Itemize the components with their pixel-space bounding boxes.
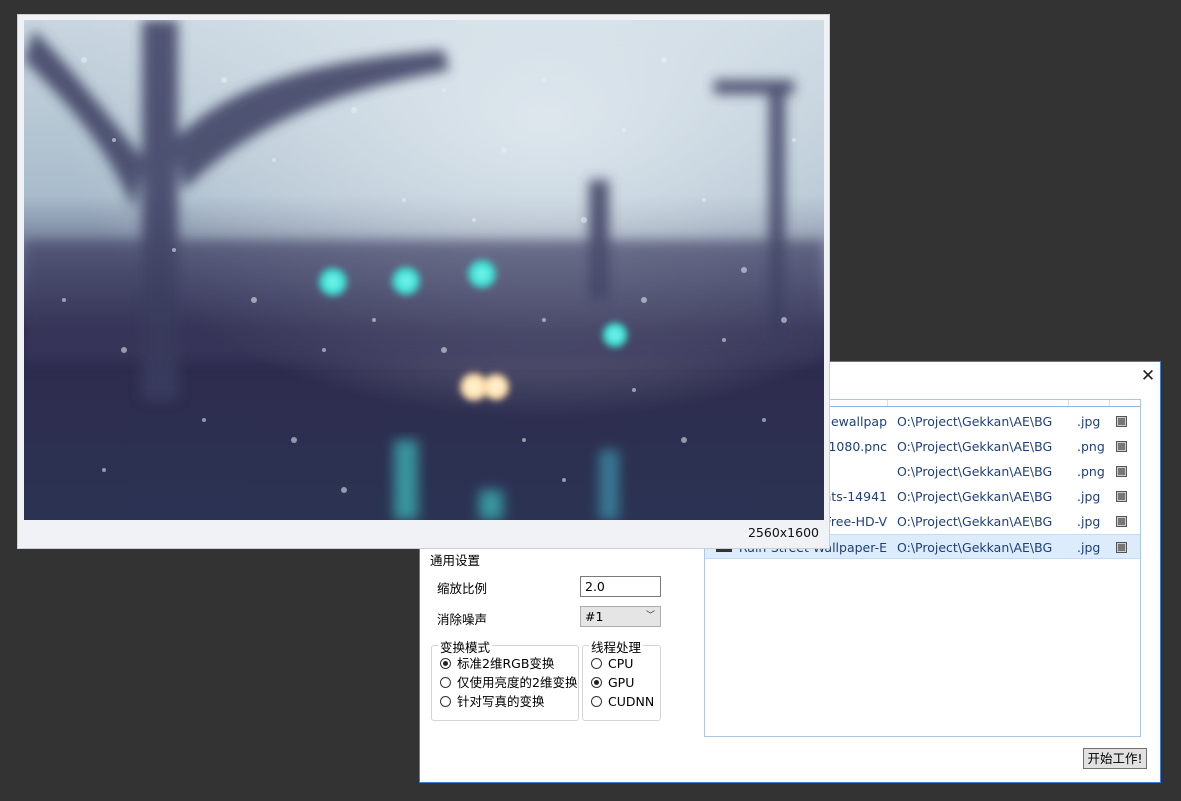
radio-label: GPU xyxy=(608,675,635,690)
file-ext: .jpg xyxy=(1077,540,1101,555)
scale-label: 缩放比例 xyxy=(437,581,488,596)
row-checkbox[interactable] xyxy=(1116,416,1127,427)
file-path: O:\Project\Gekkan\AE\BG xyxy=(897,464,1053,479)
file-path: O:\Project\Gekkan\AE\BG xyxy=(897,489,1053,504)
image-preview-window: 2560x1600 xyxy=(17,14,830,549)
radio-label: CUDNN xyxy=(608,694,655,709)
radio-label: 仅使用亮度的2维变换 xyxy=(457,675,578,690)
file-ext: .jpg xyxy=(1077,489,1101,504)
denoise-select[interactable]: #1 ﹀ xyxy=(580,606,661,627)
row-checkbox[interactable] xyxy=(1116,441,1127,452)
radio-label: 标准2维RGB变换 xyxy=(457,656,555,671)
close-icon[interactable]: ✕ xyxy=(1138,366,1158,386)
mode-group-title: 变换模式 xyxy=(438,637,493,656)
radio-button[interactable] xyxy=(591,658,602,669)
radio-label: 针对写真的变换 xyxy=(457,694,545,709)
file-ext: .png xyxy=(1077,439,1105,454)
file-path: O:\Project\Gekkan\AE\BG xyxy=(897,439,1053,454)
chevron-down-icon: ﹀ xyxy=(645,611,655,621)
file-path: O:\Project\Gekkan\AE\BG xyxy=(897,414,1053,429)
denoise-value: #1 xyxy=(585,609,604,624)
file-ext: .jpg xyxy=(1077,414,1101,429)
radio-button[interactable] xyxy=(440,677,451,688)
file-ext: .png xyxy=(1077,464,1105,479)
mode-group: 变换模式 标准2维RGB变换 仅使用亮度的2维变换 针对写真的变换 xyxy=(431,637,579,721)
radio-button[interactable] xyxy=(440,658,451,669)
row-checkbox[interactable] xyxy=(1116,491,1127,502)
start-button[interactable]: 开始工作! xyxy=(1083,748,1147,769)
thread-group: 线程处理 CPU GPU CUDNN xyxy=(582,637,661,721)
row-checkbox[interactable] xyxy=(1116,516,1127,527)
thread-group-title: 线程处理 xyxy=(589,637,644,656)
scale-input[interactable]: 2.0 xyxy=(580,576,661,597)
general-settings-label: 通用设置 xyxy=(430,553,481,568)
file-path: O:\Project\Gekkan\AE\BG xyxy=(897,514,1053,529)
file-ext: .jpg xyxy=(1077,514,1101,529)
radio-button[interactable] xyxy=(440,696,451,707)
file-path: O:\Project\Gekkan\AE\BG xyxy=(897,540,1053,555)
radio-button[interactable] xyxy=(591,696,602,707)
row-checkbox[interactable] xyxy=(1116,466,1127,477)
radio-label: CPU xyxy=(608,656,634,671)
preview-image xyxy=(24,20,824,520)
row-checkbox[interactable] xyxy=(1116,542,1127,553)
radio-button[interactable] xyxy=(591,677,602,688)
resolution-label: 2560x1600 xyxy=(747,525,819,540)
denoise-label: 消除噪声 xyxy=(437,612,488,627)
